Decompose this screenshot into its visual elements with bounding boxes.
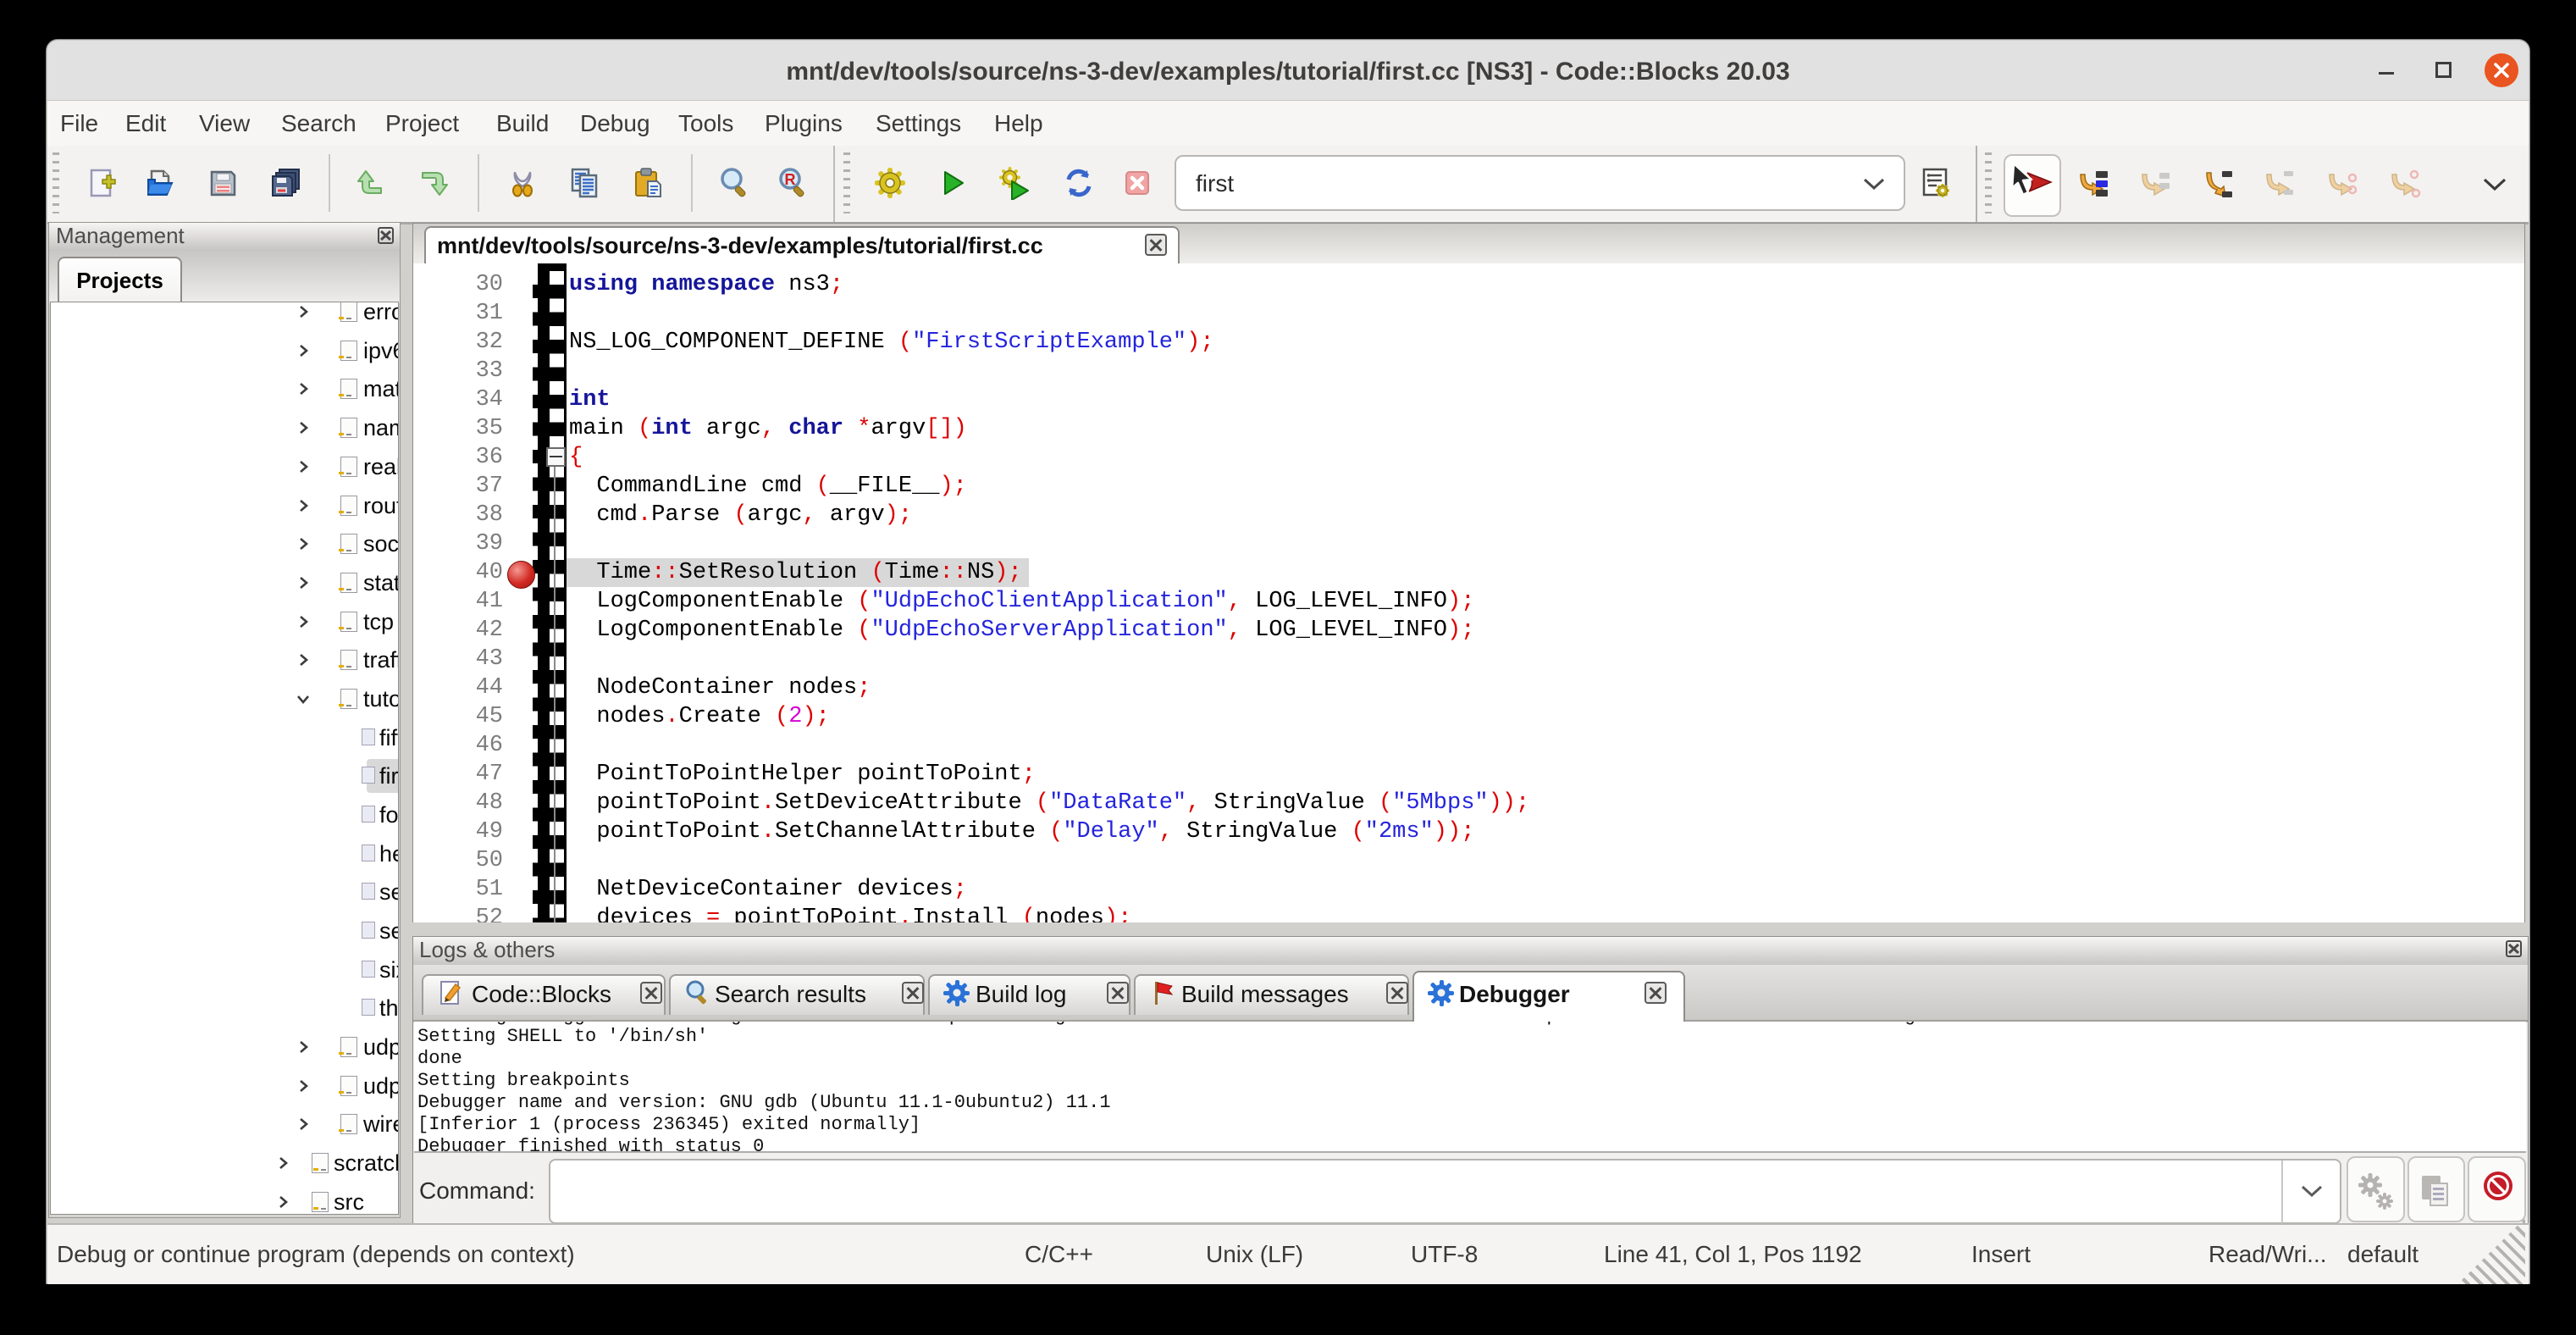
svg-text:R: R bbox=[785, 171, 796, 188]
